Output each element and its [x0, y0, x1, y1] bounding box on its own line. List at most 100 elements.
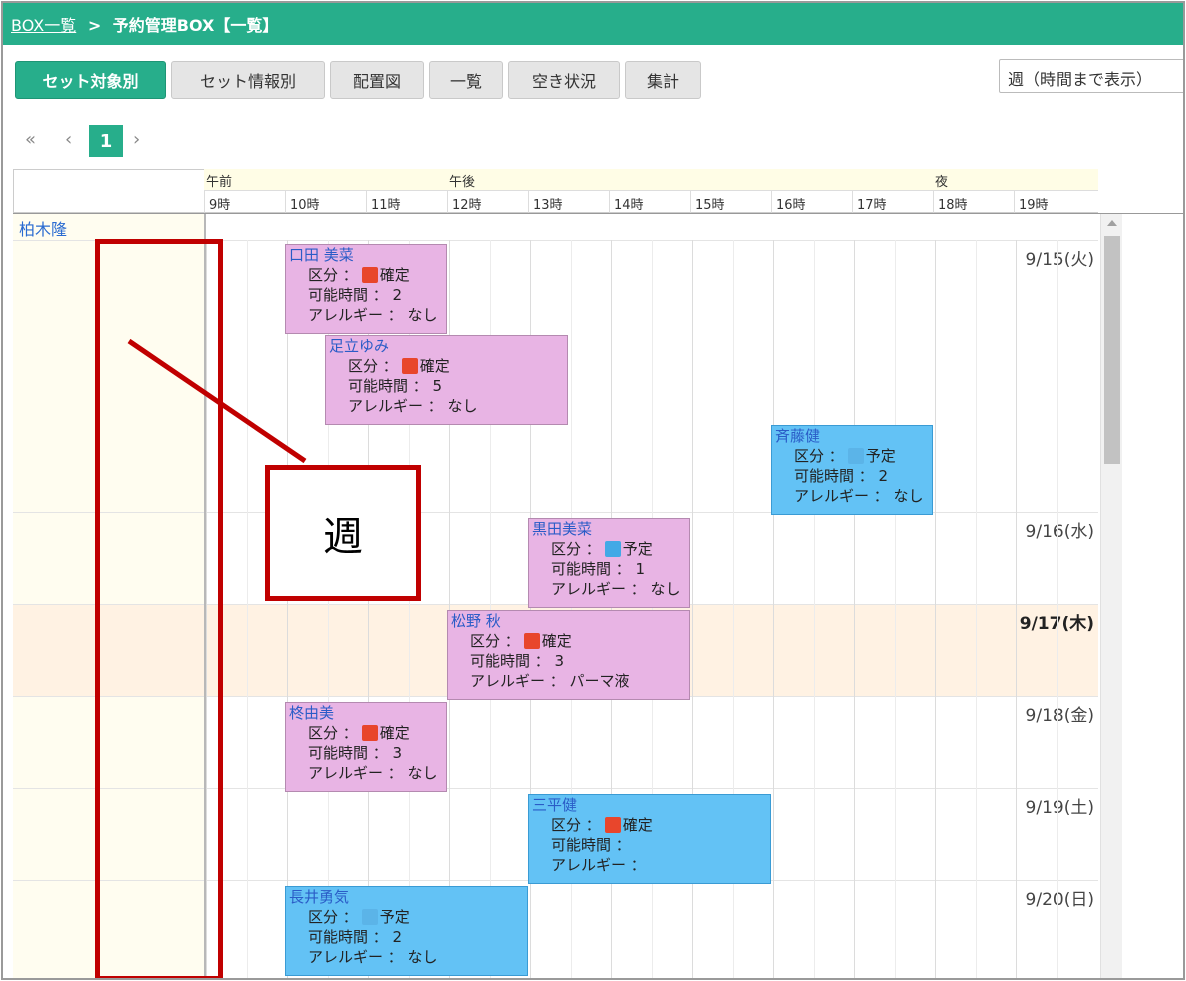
reservation-event[interactable]: 長井勇気 区分 ： 予定 可能時間 ： 2 アレルギー ： なし	[285, 886, 528, 976]
event-category-line: 区分 ： 予定	[286, 907, 527, 927]
prev-page-button[interactable]: ‹	[65, 129, 72, 150]
event-allergy: アレルギー ：	[551, 856, 646, 874]
event-category-label: 区分 ：	[551, 816, 601, 834]
reservation-event[interactable]: 柊由美 区分 ： 確定 可能時間 ： 3 アレルギー ： なし	[285, 702, 447, 792]
event-category-line: 区分 ： 確定	[448, 631, 689, 651]
event-category: 予定	[379, 908, 410, 926]
event-hours: 可能時間 ： 2	[308, 286, 403, 304]
hour-9: 9時	[204, 191, 285, 213]
breadcrumb-separator: >	[87, 16, 102, 35]
grid-line	[895, 240, 896, 978]
event-customer-name: 松野 秋	[451, 612, 501, 630]
scrollbar-thumb[interactable]	[1104, 236, 1120, 464]
reservation-event[interactable]: 足立ゆみ 区分 ： 確定 可能時間 ： 5 アレルギー ： なし	[325, 335, 568, 425]
tab-set-target[interactable]: セット対象別	[15, 61, 166, 99]
day-label: 9/19(土)	[1025, 798, 1094, 818]
annotation-callout-box: 週	[265, 465, 421, 601]
tab-summary[interactable]: 集計	[625, 61, 701, 99]
event-customer-name: 口田 美菜	[289, 246, 354, 264]
reservation-event[interactable]: 黒田美菜 区分 ： 予定 可能時間 ： 1 アレルギー ： なし	[528, 518, 690, 608]
grid-line	[854, 240, 855, 978]
day-label: 9/18(金)	[1025, 706, 1094, 726]
event-category-label: 区分 ：	[470, 632, 520, 650]
day-label: 9/16(水)	[1025, 522, 1094, 542]
hour-16: 16時	[771, 191, 852, 213]
status-square-icon	[361, 267, 378, 283]
hour-13: 13時	[528, 191, 609, 213]
breadcrumb-link-box-list[interactable]: BOX一覧	[11, 16, 76, 35]
event-category-label: 区分 ：	[308, 724, 358, 742]
event-category: 予定	[865, 447, 896, 465]
event-allergy: アレルギー ： パーマ液	[470, 672, 630, 690]
event-allergy: アレルギー ： なし	[794, 487, 924, 505]
reservation-event[interactable]: 三平健 区分 ： 確定 可能時間 ： アレルギー ：	[528, 794, 771, 884]
grid-line	[935, 240, 936, 978]
scroll-up-arrow-icon[interactable]	[1107, 220, 1117, 226]
event-category-label: 区分 ：	[794, 447, 844, 465]
tab-layout-map[interactable]: 配置図	[330, 61, 424, 99]
hour-12: 12時	[447, 191, 528, 213]
event-hours: 可能時間 ： 5	[348, 377, 443, 395]
event-customer-name: 黒田美菜	[532, 520, 593, 538]
event-allergy: アレルギー ： なし	[348, 397, 478, 415]
hour-17: 17時	[852, 191, 933, 213]
status-square-icon	[401, 358, 418, 374]
person-row: 柏木隆	[13, 214, 1098, 240]
hour-19: 19時	[1014, 191, 1098, 213]
event-category: 予定	[622, 540, 653, 558]
event-customer-name: 斉藤健	[775, 427, 821, 445]
person-name[interactable]: 柏木隆	[19, 216, 67, 240]
vertical-scrollbar[interactable]	[1100, 214, 1122, 978]
event-customer-name: 柊由美	[289, 704, 335, 722]
event-category-label: 区分 ：	[551, 540, 601, 558]
header-bar: BOX一覧 > 予約管理BOX【一覧】	[3, 3, 1183, 45]
next-page-button[interactable]: ›	[133, 129, 140, 150]
event-hours: 可能時間 ： 1	[551, 560, 646, 578]
grid-line	[814, 240, 815, 978]
event-hours: 可能時間 ：	[551, 836, 631, 854]
grid-line	[1016, 240, 1017, 978]
tab-list[interactable]: 一覧	[429, 61, 503, 99]
tab-set-info[interactable]: セット情報別	[171, 61, 325, 99]
day-label: 9/15(火)	[1025, 250, 1094, 270]
hour-10: 10時	[285, 191, 366, 213]
event-category-line: 区分 ： 確定	[326, 356, 567, 376]
hour-15: 15時	[690, 191, 771, 213]
event-category-line: 区分 ： 予定	[772, 446, 932, 466]
event-allergy: アレルギー ： なし	[308, 306, 438, 324]
status-square-icon	[604, 541, 621, 557]
grid-line	[773, 240, 774, 978]
status-square-icon	[361, 725, 378, 741]
period-morning: 午前	[204, 169, 447, 191]
event-category-label: 区分 ：	[308, 908, 358, 926]
hour-11: 11時	[366, 191, 447, 213]
timeline-header-corner	[13, 169, 204, 213]
reservation-event[interactable]: 斉藤健 区分 ： 予定 可能時間 ： 2 アレルギー ： なし	[771, 425, 933, 515]
event-category-label: 区分 ：	[308, 266, 358, 284]
reservation-event[interactable]: 口田 美菜 区分 ： 確定 可能時間 ： 2 アレルギー ： なし	[285, 244, 447, 334]
tab-availability[interactable]: 空き状況	[508, 61, 620, 99]
event-customer-name: 長井勇気	[289, 888, 350, 906]
period-afternoon: 午後	[447, 169, 933, 191]
event-category: 確定	[419, 357, 450, 375]
event-allergy: アレルギー ： なし	[551, 580, 681, 598]
event-category-line: 区分 ： 予定	[529, 539, 689, 559]
hour-18: 18時	[933, 191, 1014, 213]
status-square-icon	[523, 633, 540, 649]
grid-line	[1057, 240, 1058, 978]
breadcrumb: BOX一覧 > 予約管理BOX【一覧】	[11, 12, 278, 36]
event-hours: 可能時間 ： 2	[794, 467, 889, 485]
first-page-button[interactable]: «	[25, 129, 36, 150]
event-category-label: 区分 ：	[348, 357, 398, 375]
view-mode-select[interactable]: 週（時間まで表示）	[999, 59, 1183, 93]
event-hours: 可能時間 ： 2	[308, 928, 403, 946]
event-allergy: アレルギー ： なし	[308, 948, 438, 966]
event-category: 確定	[379, 266, 410, 284]
event-customer-name: 三平健	[532, 796, 578, 814]
status-square-icon	[847, 448, 864, 464]
event-customer-name: 足立ゆみ	[329, 337, 390, 355]
reservation-event[interactable]: 松野 秋 区分 ： 確定 可能時間 ： 3 アレルギー ： パーマ液	[447, 610, 690, 700]
current-page-button[interactable]: 1	[89, 125, 123, 157]
annotation-callout-line	[127, 338, 307, 464]
event-hours: 可能時間 ： 3	[470, 652, 565, 670]
